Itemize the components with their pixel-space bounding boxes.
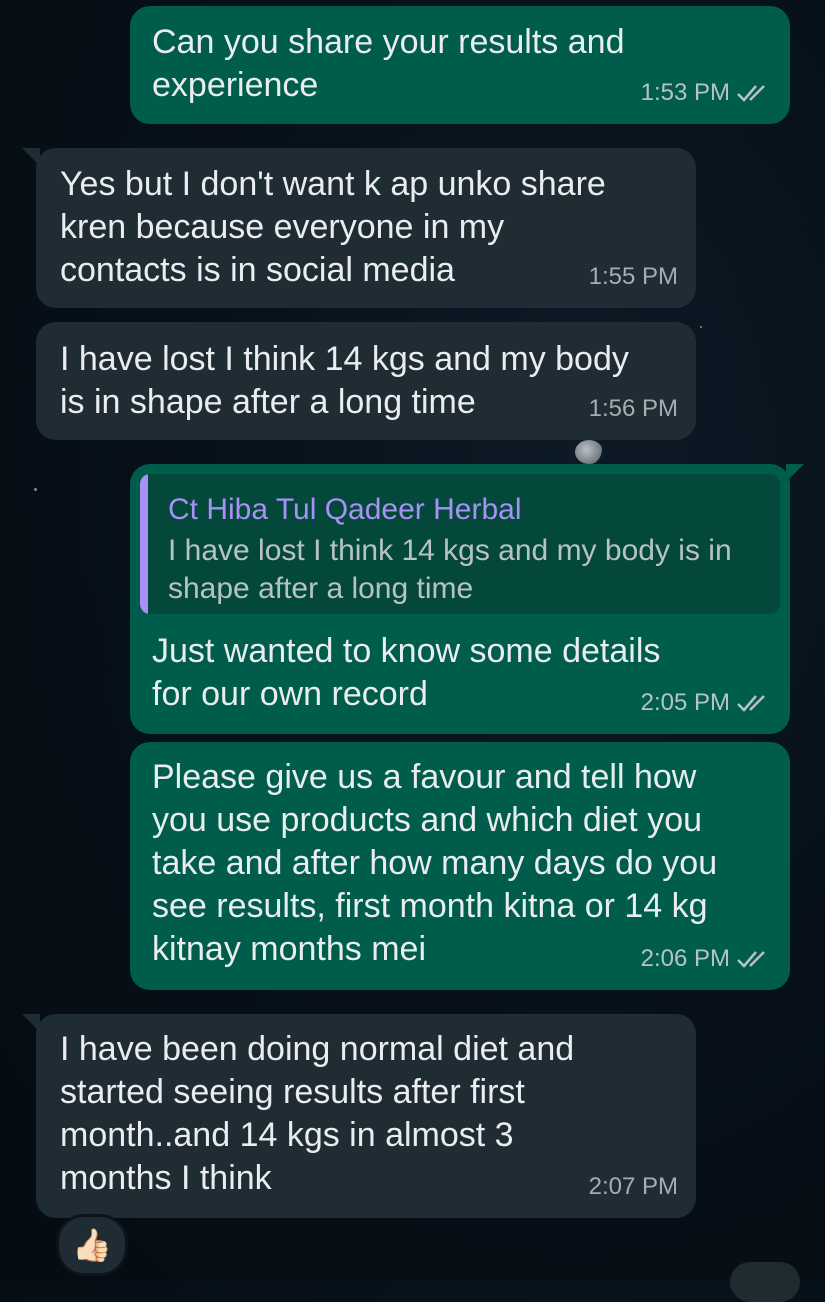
message-text: Yes but I don't want k ap unko share kre…: [60, 165, 606, 289]
quoted-message[interactable]: Ct Hiba Tul Qadeer Herbal I have lost I …: [140, 474, 780, 614]
message-text: Please give us a favour and tell how you…: [152, 758, 718, 968]
message-text: I have lost I think 14 kgs and my body i…: [60, 340, 629, 421]
message-time: 2:06 PM: [640, 945, 730, 972]
scroll-down-button[interactable]: [730, 1262, 800, 1302]
message-time: 1:56 PM: [588, 395, 678, 422]
background-star: [34, 488, 37, 491]
message-text: Can you share your results and experienc…: [152, 23, 625, 104]
message-meta: 1:55 PM: [589, 255, 678, 298]
message-meta: 2:06 PM: [641, 937, 772, 980]
message-bubble-outgoing-reply[interactable]: Ct Hiba Tul Qadeer Herbal I have lost I …: [130, 464, 804, 734]
quoted-text: I have lost I think 14 kgs and my body i…: [168, 534, 732, 605]
background-star: [700, 326, 702, 328]
message-bubble-incoming[interactable]: I have lost I think 14 kgs and my body i…: [36, 322, 696, 440]
background-moon: [575, 440, 603, 464]
message-time: 2:05 PM: [640, 689, 730, 716]
quoted-author: Ct Hiba Tul Qadeer Herbal: [168, 493, 522, 526]
message-time: 2:07 PM: [588, 1173, 678, 1200]
double-check-icon: [737, 694, 765, 712]
message-text: Just wanted to know some details for our…: [152, 632, 661, 713]
quote-accent-bar: [140, 474, 148, 614]
message-bubble-outgoing[interactable]: Can you share your results and experienc…: [130, 6, 790, 124]
message-bubble-incoming[interactable]: Yes but I don't want k ap unko share kre…: [22, 148, 696, 308]
message-meta: 1:56 PM: [589, 387, 678, 430]
message-time: 1:53 PM: [640, 79, 730, 106]
thumbs-up-icon: 👍🏻: [72, 1227, 112, 1263]
message-meta: 2:05 PM: [641, 681, 772, 724]
double-check-icon: [737, 84, 765, 102]
message-bubble-outgoing[interactable]: Please give us a favour and tell how you…: [130, 742, 790, 990]
message-meta: 2:07 PM: [589, 1165, 678, 1208]
double-check-icon: [737, 950, 765, 968]
message-text: I have been doing normal diet and starte…: [60, 1030, 575, 1197]
message-bubble-incoming[interactable]: I have been doing normal diet and starte…: [22, 1014, 696, 1218]
reaction-thumbs-up[interactable]: 👍🏻: [56, 1214, 128, 1276]
message-time: 1:55 PM: [588, 263, 678, 290]
message-meta: 1:53 PM: [641, 71, 772, 114]
